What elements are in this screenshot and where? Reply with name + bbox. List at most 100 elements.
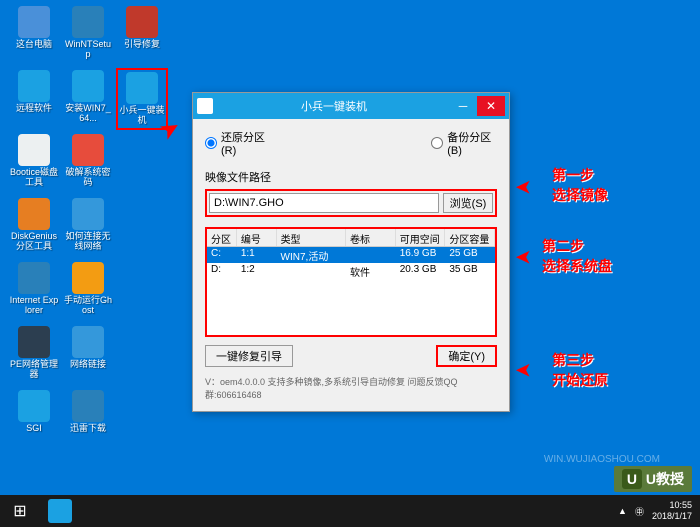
image-path-input[interactable] (209, 193, 439, 213)
brand-label: U教授 (646, 469, 684, 489)
image-path-label: 映像文件路径 (205, 169, 497, 185)
ok-button[interactable]: 确定(Y) (436, 345, 497, 367)
icon-label: 引导修复 (117, 40, 167, 50)
app-icon (18, 134, 50, 166)
repair-boot-button[interactable]: 一键修复引导 (205, 345, 293, 367)
app-icon (72, 6, 104, 38)
app-icon (18, 326, 50, 358)
tray-up-icon[interactable]: ▲ (618, 506, 627, 516)
dialog-button-row: 一键修复引导 确定(Y) (205, 345, 497, 367)
clock-date: 2018/1/17 (652, 511, 692, 522)
restore-radio-input[interactable] (205, 137, 217, 149)
partition-table: 分区 编号 类型 卷标 可用空间 分区容量 C:1:1WIN7,活动16.9 G… (205, 227, 497, 337)
step3-desc: 开始还原 (552, 370, 608, 390)
icon-label: DiskGenius分区工具 (9, 232, 59, 252)
icon-label: 安装WIN7_64... (63, 104, 113, 124)
desktop-icon[interactable]: Internet Explorer (8, 260, 60, 322)
table-row[interactable]: D:1:2软件20.3 GB35 GB (207, 263, 495, 279)
arrow-step2: ➤ (515, 245, 532, 270)
arrow-step1: ➤ (515, 175, 532, 200)
tray-clock[interactable]: 10:55 2018/1/17 (652, 500, 692, 522)
dialog-titlebar[interactable]: 小兵一键装机 ─ ✕ (193, 93, 509, 119)
annotation-step2: 第二步 选择系统盘 (542, 236, 612, 276)
watermark-url: WIN.WUJIAOSHOU.COM (544, 454, 660, 465)
desktop-icon[interactable]: PE网络管理器 (8, 324, 60, 386)
icon-label: 迅雷下载 (63, 424, 113, 434)
app-icon (126, 6, 158, 38)
partition-table-body: C:1:1WIN7,活动16.9 GB25 GBD:1:2软件20.3 GB35… (207, 247, 495, 335)
app-icon (126, 72, 158, 104)
installer-dialog: 小兵一键装机 ─ ✕ 还原分区(R) 备份分区(B) 映像文件路径 浏览(S) … (192, 92, 510, 412)
dialog-body: 还原分区(R) 备份分区(B) 映像文件路径 浏览(S) 分区 编号 类型 卷标… (193, 119, 509, 411)
restore-radio-label: 还原分区(R) (221, 129, 271, 157)
desktop-icon[interactable]: 网络链接 (62, 324, 114, 386)
partition-table-header: 分区 编号 类型 卷标 可用空间 分区容量 (207, 229, 495, 247)
step3-title: 第三步 (552, 350, 608, 370)
start-button[interactable]: ⊞ (0, 495, 40, 527)
desktop-icon[interactable]: 安装WIN7_64... (62, 68, 114, 130)
icon-label: 如何连接无线网络 (63, 232, 113, 252)
app-icon (18, 6, 50, 38)
annotation-step1: 第一步 选择镜像 (552, 165, 608, 205)
desktop-icon[interactable]: 迅雷下载 (62, 388, 114, 450)
col-size: 分区容量 (445, 229, 495, 246)
app-icon (72, 134, 104, 166)
close-button[interactable]: ✕ (477, 96, 505, 116)
app-icon (72, 70, 104, 102)
clock-time: 10:55 (652, 500, 692, 511)
app-icon (72, 326, 104, 358)
icon-label: WinNTSetup (63, 40, 113, 60)
table-row[interactable]: C:1:1WIN7,活动16.9 GB25 GB (207, 247, 495, 263)
icon-label: 手动运行Ghost (63, 296, 113, 316)
system-tray[interactable]: ▲ ㊥ 10:55 2018/1/17 (618, 500, 700, 522)
desktop-icon[interactable]: WinNTSetup (62, 4, 114, 66)
icon-label: 远程软件 (9, 104, 59, 114)
icon-label: PE网络管理器 (9, 360, 59, 380)
backup-radio-input[interactable] (431, 137, 443, 149)
app-icon (18, 390, 50, 422)
watermark-brand: U U教授 (614, 466, 692, 492)
desktop-icon[interactable]: 破解系统密码 (62, 132, 114, 194)
icon-label: 这台电脑 (9, 40, 59, 50)
dialog-footer: V：oem4.0.0.0 支持多种镜像,多系统引导自动修复 问题反馈QQ群:60… (205, 375, 497, 401)
browse-button[interactable]: 浏览(S) (443, 193, 493, 213)
desktop-icon[interactable]: 这台电脑 (8, 4, 60, 66)
app-icon (18, 70, 50, 102)
icon-label: Bootice磁盘工具 (9, 168, 59, 188)
step1-title: 第一步 (552, 165, 608, 185)
restore-radio[interactable]: 还原分区(R) (205, 129, 271, 157)
desktop-icon[interactable]: 如何连接无线网络 (62, 196, 114, 258)
taskbar: ⊞ ▲ ㊥ 10:55 2018/1/17 (0, 495, 700, 527)
app-icon (72, 390, 104, 422)
col-number: 编号 (237, 229, 277, 246)
desktop-icon[interactable]: 引导修复 (116, 4, 168, 66)
arrow-step3: ➤ (515, 358, 532, 383)
col-type: 类型 (277, 229, 346, 246)
col-partition: 分区 (207, 229, 237, 246)
desktop-icon[interactable]: 手动运行Ghost (62, 260, 114, 322)
step2-title: 第二步 (542, 236, 612, 256)
backup-radio-label: 备份分区(B) (447, 129, 497, 157)
col-volume: 卷标 (346, 229, 396, 246)
backup-radio[interactable]: 备份分区(B) (431, 129, 497, 157)
dialog-title: 小兵一键装机 (219, 98, 449, 114)
annotation-step3: 第三步 开始还原 (552, 350, 608, 390)
icon-label: 网络链接 (63, 360, 113, 370)
app-icon (18, 198, 50, 230)
col-free: 可用空间 (396, 229, 446, 246)
mode-radio-group: 还原分区(R) 备份分区(B) (205, 129, 497, 157)
image-path-row: 浏览(S) (205, 189, 497, 217)
app-icon (197, 98, 213, 114)
tray-lang-icon[interactable]: ㊥ (635, 505, 644, 518)
app-icon (72, 198, 104, 230)
minimize-button[interactable]: ─ (449, 96, 477, 116)
desktop-icon[interactable]: DiskGenius分区工具 (8, 196, 60, 258)
desktop-icon[interactable]: Bootice磁盘工具 (8, 132, 60, 194)
step1-desc: 选择镜像 (552, 185, 608, 205)
step2-desc: 选择系统盘 (542, 256, 612, 276)
icon-label: SGI (9, 424, 59, 434)
desktop-icon[interactable]: 远程软件 (8, 68, 60, 130)
taskbar-app[interactable] (40, 495, 80, 527)
desktop-icon[interactable]: SGI (8, 388, 60, 450)
app-icon (72, 262, 104, 294)
